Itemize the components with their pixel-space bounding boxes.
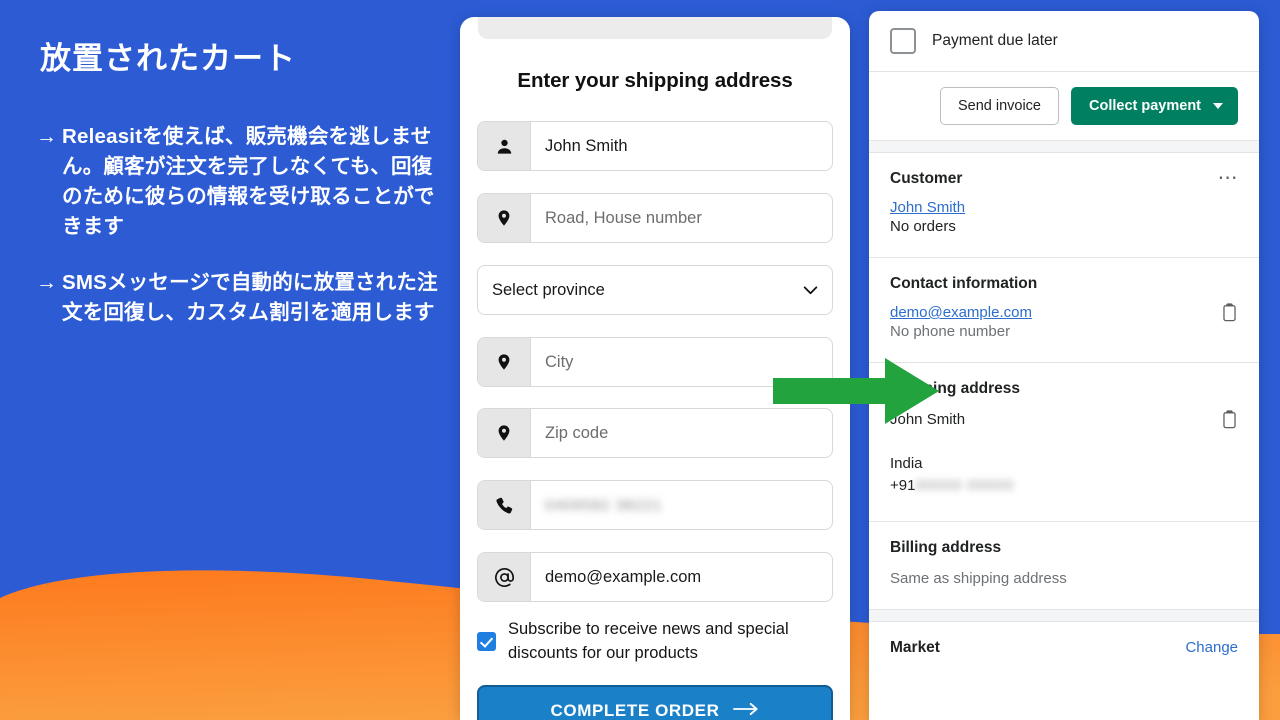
payment-due-later-label: Payment due later <box>932 32 1058 49</box>
promo-bullet-list: → Releasitを使えば、販売機会を逃しません。顧客が注文を完了しなくても、… <box>36 122 448 354</box>
province-select-value: Select province <box>492 280 605 299</box>
phone-icon <box>478 481 531 529</box>
card-top-stub <box>478 17 832 39</box>
promo-panel: 放置されたカート → Releasitを使えば、販売機会を逃しません。顧客が注文… <box>0 0 460 720</box>
at-sign-icon <box>478 553 531 601</box>
market-change-link[interactable]: Change <box>1185 639 1238 656</box>
location-pin-icon <box>478 409 531 457</box>
billing-address-section: Billing address Same as shipping address <box>869 522 1259 609</box>
payment-actions-row: Send invoice Collect payment <box>869 72 1259 140</box>
phone-field[interactable]: 0409582 38221 <box>477 480 833 530</box>
page-title: 放置されたカート <box>40 41 296 76</box>
collect-payment-label: Collect payment <box>1089 98 1201 114</box>
customer-name-link[interactable]: John Smith <box>890 199 1238 216</box>
billing-section-title: Billing address <box>890 539 1002 556</box>
shipping-phone: +9100000 00000 <box>890 475 1238 497</box>
shipping-section-title: Shipping address <box>890 380 1021 397</box>
chevron-down-icon <box>803 281 818 300</box>
subscribe-checkbox-row[interactable]: Subscribe to receive news and special di… <box>477 617 833 665</box>
city-field[interactable]: City <box>477 337 833 387</box>
city-placeholder: City <box>545 352 574 371</box>
email-field[interactable]: demo@example.com <box>477 552 833 602</box>
section-gap <box>869 140 1259 153</box>
contact-email-link[interactable]: demo@example.com <box>890 304 1238 321</box>
section-gap <box>869 609 1259 622</box>
shipping-phone-prefix: +91 <box>890 477 916 494</box>
clipboard-icon[interactable] <box>1221 410 1238 434</box>
full-name-value: John Smith <box>545 136 628 155</box>
customer-orders-count: No orders <box>890 218 956 235</box>
list-item: → SMSメッセージで自動的に放置された注文を回復し、カスタム割引を適用します <box>36 268 448 328</box>
phone-value: 0409582 38221 <box>545 496 663 514</box>
list-item: → Releasitを使えば、販売機会を逃しません。顧客が注文を完了しなくても、… <box>36 122 448 242</box>
street-address-placeholder: Road, House number <box>545 208 702 227</box>
promo-bullet-text: SMSメッセージで自動的に放置された注文を回復し、カスタム割引を適用します <box>62 271 438 324</box>
person-icon <box>478 122 531 170</box>
province-select[interactable]: Select province <box>477 265 833 315</box>
subscribe-checkbox[interactable] <box>477 632 496 651</box>
email-value: demo@example.com <box>545 567 702 586</box>
complete-order-label: COMPLETE ORDER <box>550 701 720 720</box>
shipping-country: India <box>890 455 923 472</box>
ellipsis-icon[interactable]: ⋯ <box>1218 168 1240 188</box>
order-admin-panel: Payment due later Send invoice Collect p… <box>869 11 1259 720</box>
zip-code-placeholder: Zip code <box>545 423 609 442</box>
subscribe-label: Subscribe to receive news and special di… <box>508 620 789 662</box>
customer-section-title: Customer <box>890 170 963 187</box>
checkout-form-card: Enter your shipping address John Smith R… <box>460 17 850 720</box>
street-address-field[interactable]: Road, House number <box>477 193 833 243</box>
contact-section-title: Contact information <box>890 275 1038 292</box>
contact-information-section: Contact information demo@example.com No … <box>869 258 1259 362</box>
caret-down-icon <box>1213 103 1223 109</box>
arrow-right-icon <box>733 701 759 720</box>
shipping-address-section: Shipping address John Smith India +91000… <box>869 363 1259 521</box>
location-pin-icon <box>478 194 531 242</box>
full-name-field[interactable]: John Smith <box>477 121 833 171</box>
market-section: Market Change <box>869 622 1259 687</box>
location-pin-icon <box>478 338 531 386</box>
shipping-phone-masked: 00000 00000 <box>915 477 1015 494</box>
arrow-right-icon: → <box>36 271 57 294</box>
complete-order-button[interactable]: COMPLETE ORDER <box>477 685 833 720</box>
billing-address-value: Same as shipping address <box>890 570 1067 587</box>
shipping-name: John Smith <box>890 411 966 428</box>
contact-phone-placeholder: No phone number <box>890 323 1011 340</box>
send-invoice-button[interactable]: Send invoice <box>939 87 1059 125</box>
payment-due-later-row[interactable]: Payment due later <box>869 11 1259 71</box>
zip-code-field[interactable]: Zip code <box>477 408 833 458</box>
arrow-right-icon: → <box>36 125 57 148</box>
checkout-heading: Enter your shipping address <box>517 69 793 92</box>
promo-bullet-text: Releasitを使えば、販売機会を逃しません。顧客が注文を完了しなくても、回復… <box>62 125 435 238</box>
payment-due-later-checkbox[interactable] <box>890 28 916 54</box>
clipboard-icon[interactable] <box>1221 303 1238 327</box>
collect-payment-button[interactable]: Collect payment <box>1071 87 1238 125</box>
customer-section: Customer ⋯ John Smith No orders <box>869 153 1259 257</box>
